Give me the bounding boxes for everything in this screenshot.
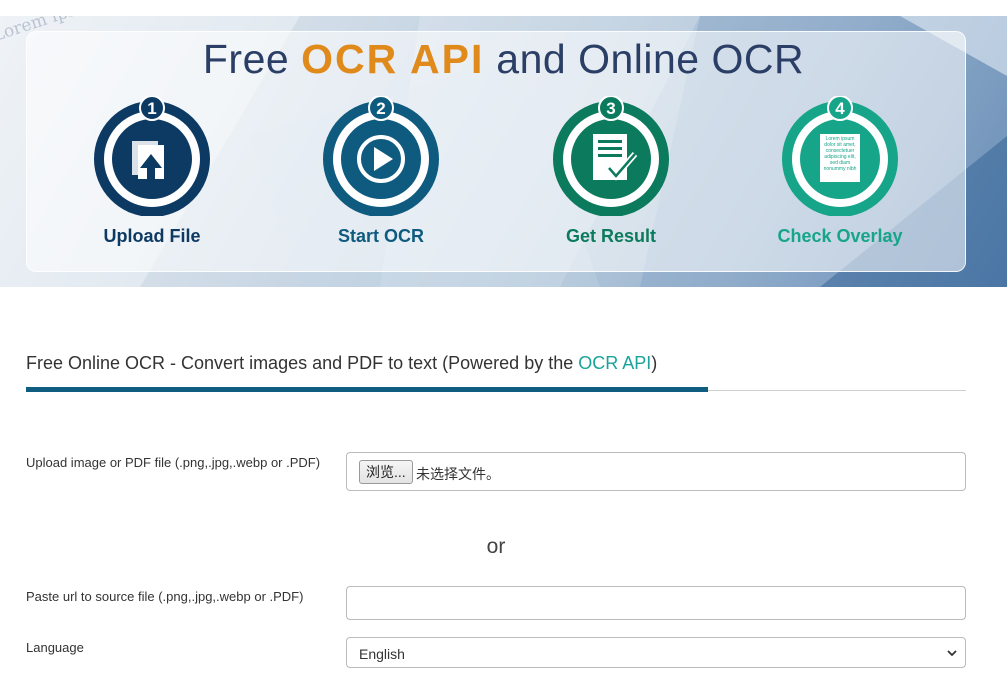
headline-accent: OCR API	[301, 36, 485, 82]
hero-headline: Free OCR API and Online OCR	[0, 36, 1007, 83]
step-label: Check Overlay	[777, 226, 903, 246]
text-overlay-icon: 4 Lorem ipsum dolor sit amet, consectetu…	[782, 96, 898, 216]
document-check-icon: 3	[553, 96, 669, 216]
file-status-text: 未选择文件。	[416, 466, 500, 482]
step-get-result[interactable]: 3 Get Result	[531, 96, 691, 247]
step-number: 4	[835, 99, 845, 118]
active-tab-indicator	[26, 387, 708, 392]
step-number: 2	[376, 99, 385, 118]
step-number: 3	[606, 99, 615, 118]
headline-prefix: Free	[202, 36, 302, 82]
browse-button[interactable]: 浏览...	[359, 460, 413, 484]
step-3-badge: 3	[551, 96, 671, 216]
step-label: Start OCR	[337, 226, 424, 246]
or-separator: or	[486, 535, 506, 558]
language-selected-value: English	[359, 646, 405, 662]
step-4-badge: 4 Lorem ipsum dolor sit amet, consectetu…	[780, 96, 900, 216]
ocr-api-link[interactable]: OCR API	[578, 353, 651, 373]
overlay-sample-text: Lorem ipsum dolor sit amet, consectetuer…	[823, 136, 857, 172]
page-title-end: )	[651, 353, 658, 373]
language-label: Language	[26, 640, 84, 655]
step-1-badge: 1	[92, 96, 212, 216]
page-title-text: Free Online OCR - Convert images and PDF…	[26, 353, 579, 373]
language-select[interactable]: English	[346, 637, 966, 668]
step-label: Get Result	[565, 226, 657, 246]
step-number: 1	[147, 99, 156, 118]
headline-suffix: and Online OCR	[484, 36, 805, 82]
upload-file-icon: 1	[94, 96, 210, 216]
chevron-down-icon	[947, 650, 957, 657]
upload-label: Upload image or PDF file (.png,.jpg,.web…	[26, 455, 321, 470]
step-start-ocr[interactable]: 2 Start OCR	[301, 96, 461, 247]
page-title: Free Online OCR - Convert images and PDF…	[26, 353, 657, 374]
step-label: Upload File	[103, 226, 201, 246]
play-icon: 2	[323, 96, 439, 216]
top-strip	[0, 0, 1007, 16]
file-upload-field[interactable]: 浏览... 未选择文件。	[346, 452, 966, 491]
step-check-overlay[interactable]: 4 Lorem ipsum dolor sit amet, consectetu…	[760, 96, 920, 247]
url-label: Paste url to source file (.png,.jpg,.web…	[26, 589, 304, 604]
url-input[interactable]	[346, 586, 966, 620]
step-upload-file[interactable]: 1 Upload File	[72, 96, 232, 247]
step-2-badge: 2	[321, 96, 441, 216]
